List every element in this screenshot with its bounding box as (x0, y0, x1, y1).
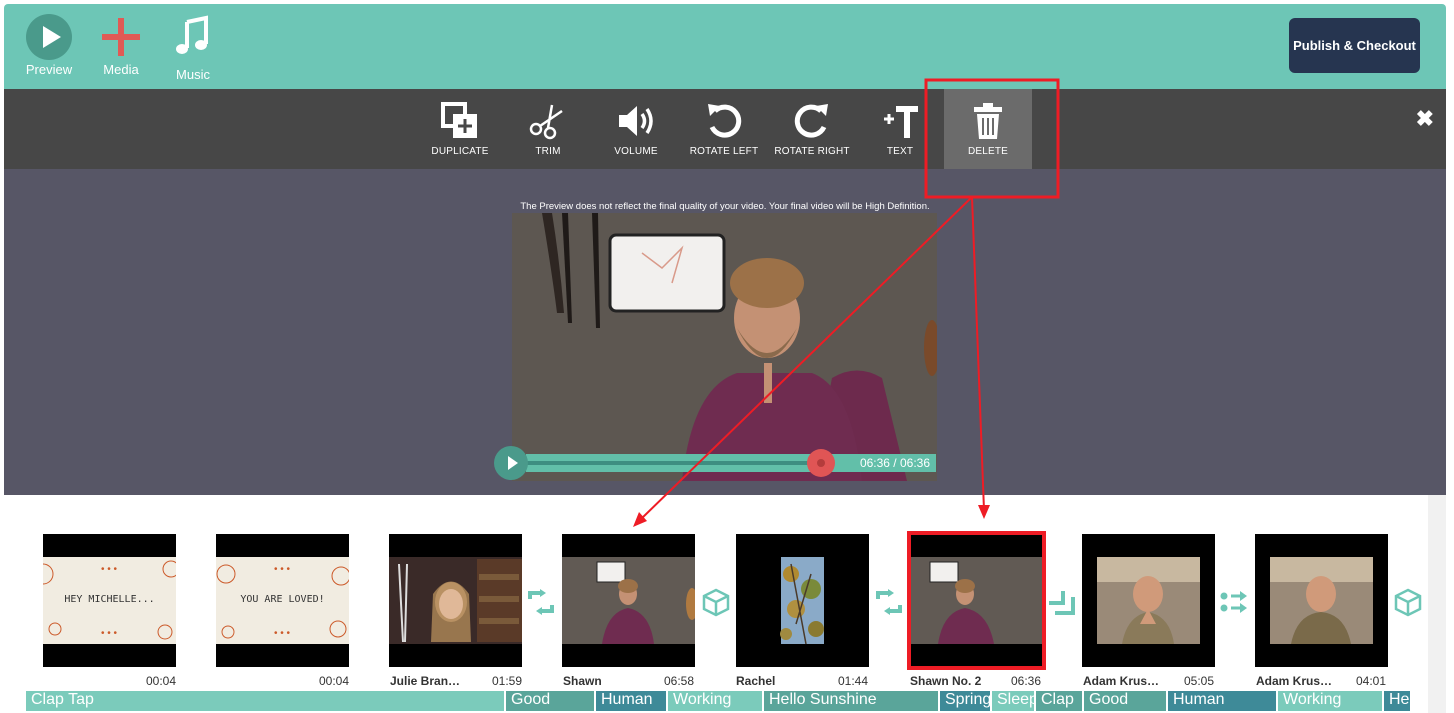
clip-duration: 05:05 (1184, 674, 1215, 688)
video-thumbnail-image (562, 534, 695, 667)
svg-text:• • •: • • • (274, 564, 291, 575)
cube-transition-icon[interactable] (1393, 587, 1423, 617)
clip-name: Adam Krus… (1256, 674, 1333, 688)
music-track[interactable]: He (1384, 691, 1410, 711)
rotate-right-icon (794, 104, 828, 138)
clip-thumbnail[interactable]: • • • • • • YOU ARE LOVED! (216, 534, 349, 667)
rotate-left-label: ROTATE LEFT (689, 146, 759, 157)
music-track[interactable]: Good (1084, 691, 1166, 711)
rotate-right-label: ROTATE RIGHT (774, 146, 850, 157)
clip-thumbnail-selected[interactable] (907, 531, 1046, 670)
music-track[interactable]: Working (1278, 691, 1382, 711)
volume-icon (619, 106, 653, 136)
clip-name: Shawn (563, 674, 602, 688)
play-button[interactable] (494, 446, 528, 480)
trim-label: TRIM (535, 146, 561, 157)
music-track[interactable]: Spring (940, 691, 990, 711)
top-nav-bar: Preview Media Music Publish & Checkout (4, 4, 1446, 89)
music-note-icon (176, 15, 208, 54)
media-button[interactable]: Media (91, 14, 151, 77)
clip-card-text: YOU ARE LOVED! (240, 594, 325, 605)
music-track[interactable]: Human (596, 691, 666, 711)
duplicate-label: DUPLICATE (431, 146, 489, 157)
video-frame-image (512, 213, 937, 481)
svg-text:• • •: • • • (101, 564, 118, 575)
corner-transition-icon[interactable] (1047, 587, 1077, 617)
dots-arrows-transition-icon[interactable] (1219, 587, 1249, 617)
clip-name: Rachel (736, 674, 776, 688)
swap-transition-icon[interactable] (526, 587, 556, 617)
swap-transition-icon[interactable] (874, 587, 904, 617)
music-button[interactable]: Music (163, 14, 223, 82)
clip-thumbnail[interactable] (562, 534, 695, 667)
clip-thumbnail[interactable] (1082, 534, 1215, 667)
text-tool[interactable]: TEXT (856, 89, 944, 169)
clip-card-text: HEY MICHELLE... (64, 594, 155, 605)
play-icon (26, 14, 72, 60)
clip-thumbnail[interactable] (1255, 534, 1388, 667)
clip-name: Shawn No. 2 (910, 674, 982, 688)
plus-icon (98, 14, 144, 60)
preview-button[interactable]: Preview (19, 14, 79, 77)
video-thumbnail-image (1082, 534, 1215, 667)
scissors-icon (529, 104, 563, 140)
close-toolbar-button[interactable]: ✖ (1416, 106, 1434, 132)
video-thumbnail-image (736, 534, 869, 667)
clip-duration: 00:04 (146, 674, 177, 688)
preview-label: Preview (25, 62, 73, 77)
clip-duration: 00:04 (319, 674, 350, 688)
preview-stage: The Preview does not reflect the final q… (4, 169, 1446, 495)
rotate-right-tool[interactable]: ROTATE RIGHT (768, 89, 856, 169)
trash-icon (974, 103, 1002, 139)
cube-transition-icon[interactable] (701, 587, 731, 617)
clip-duration: 06:58 (664, 674, 695, 688)
clip-name: Adam Krus… (1083, 674, 1160, 688)
preview-notice: The Preview does not reflect the final q… (520, 201, 930, 212)
clip-thumbnail[interactable] (389, 534, 522, 667)
trim-tool[interactable]: TRIM (504, 89, 592, 169)
music-label: Music (176, 67, 210, 82)
music-track[interactable]: Clap Tap (26, 691, 504, 711)
clip-name: Julie Bran… (390, 674, 461, 688)
clip-duration: 04:01 (1356, 674, 1387, 688)
clip-timeline: • • • • • • HEY MICHELLE... 00:04 • • • … (4, 495, 1428, 713)
media-label: Media (103, 62, 139, 77)
progress-knob[interactable] (807, 449, 836, 477)
duplicate-icon (441, 102, 477, 138)
time-readout: 06:36 / 06:36 (859, 456, 930, 470)
add-text-icon (884, 106, 918, 138)
publish-checkout-button[interactable]: Publish & Checkout (1289, 18, 1420, 73)
music-track[interactable]: Human (1168, 691, 1276, 711)
video-thumbnail-image (910, 534, 1043, 667)
music-track[interactable]: Sleep (992, 691, 1034, 711)
text-label: TEXT (886, 146, 914, 157)
music-track[interactable]: Working (668, 691, 762, 711)
music-track[interactable]: Hello Sunshine (764, 691, 938, 711)
video-thumbnail-image (389, 534, 522, 667)
svg-text:• • •: • • • (274, 628, 291, 639)
duplicate-tool[interactable]: DUPLICATE (416, 89, 504, 169)
svg-text:• • •: • • • (101, 628, 118, 639)
video-preview[interactable] (512, 213, 937, 481)
music-track[interactable]: Clap (1036, 691, 1082, 711)
delete-tool[interactable]: DELETE (944, 89, 1032, 169)
clip-duration: 01:44 (838, 674, 869, 688)
volume-label: VOLUME (614, 146, 658, 157)
clip-thumbnail[interactable]: • • • • • • HEY MICHELLE... (43, 534, 176, 667)
video-thumbnail-image (1255, 534, 1388, 667)
progress-fill (526, 461, 822, 465)
rotate-left-tool[interactable]: ROTATE LEFT (680, 89, 768, 169)
rotate-left-icon (708, 104, 742, 138)
clip-duration: 01:59 (492, 674, 523, 688)
progress-track[interactable]: 06:36 / 06:36 (526, 449, 936, 477)
delete-label: DELETE (967, 146, 1009, 157)
clip-thumbnail[interactable] (736, 534, 869, 667)
edit-toolbar: DUPLICATE TRIM VOLUME ROTATE LEFT ROTATE… (4, 89, 1446, 169)
timeline-scrollbar[interactable] (1428, 495, 1446, 713)
music-track[interactable]: Good (506, 691, 594, 711)
video-player-controls: 06:36 / 06:36 (494, 446, 936, 480)
volume-tool[interactable]: VOLUME (592, 89, 680, 169)
clip-duration: 06:36 (1011, 674, 1042, 688)
